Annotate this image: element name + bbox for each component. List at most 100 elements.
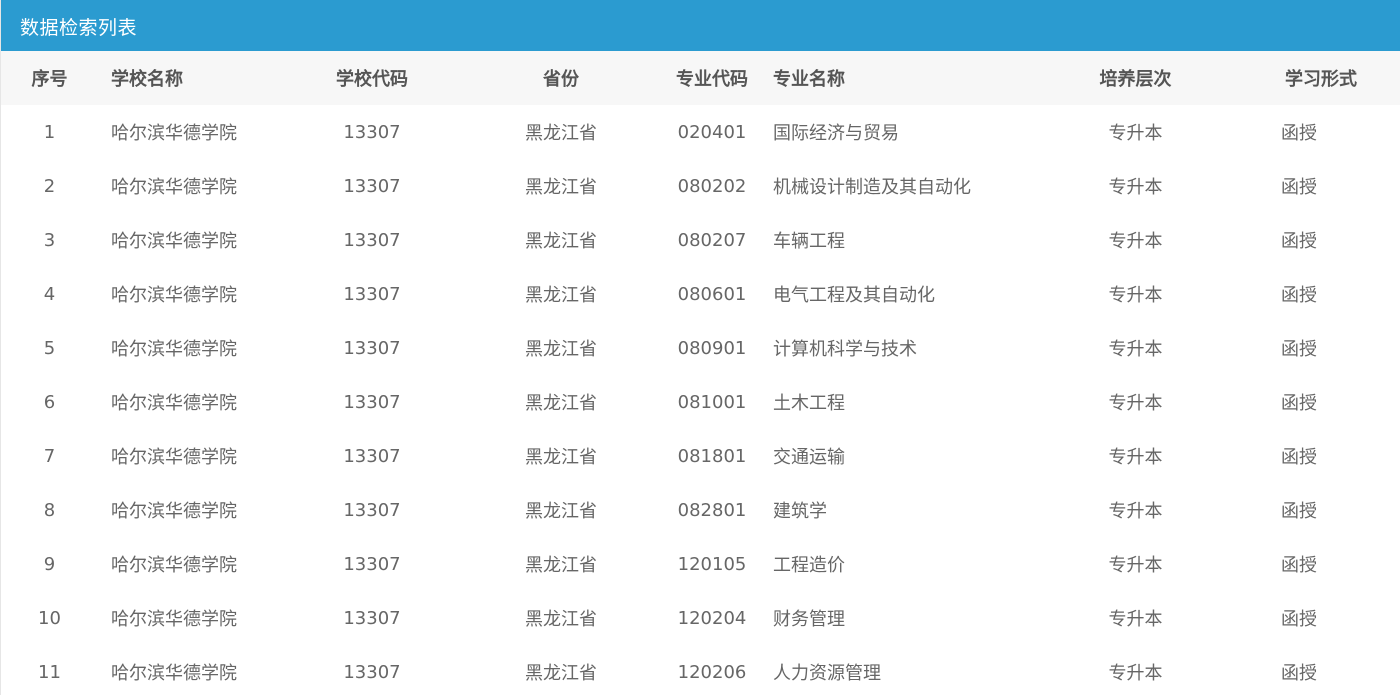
cell-school-name: 哈尔滨华德学院 — [111, 501, 237, 522]
cell-spacer — [601, 105, 671, 159]
cell-level: 专升本 — [1108, 123, 1163, 144]
cell-spacer — [1178, 591, 1248, 645]
cell-index: 6 — [43, 391, 56, 413]
cell-study-form: 函授 — [1281, 231, 1317, 252]
cell-spacer — [411, 105, 521, 159]
cell-school-name: 哈尔滨华德学院 — [111, 447, 237, 468]
table-row[interactable]: 5 哈尔滨华德学院 13307 黑龙江省 080901 计算机科学与技术 专升本… — [1, 321, 1400, 375]
cell-spacer — [601, 429, 671, 483]
cell-study-form: 函授 — [1281, 177, 1317, 198]
cell-spacer — [411, 213, 521, 267]
header-school-name: 学校名称 — [111, 69, 183, 90]
cell-school-name: 哈尔滨华德学院 — [111, 609, 237, 630]
cell-spacer — [1178, 321, 1248, 375]
data-search-panel: 数据检索列表 序号 学校名称 学校代码 省份 专业代码 专业名称 培养层次 学习… — [0, 0, 1400, 695]
cell-school-code: 13307 — [343, 175, 401, 197]
cell-index: 11 — [38, 661, 61, 683]
cell-study-form: 函授 — [1281, 555, 1317, 576]
cell-province: 黑龙江省 — [525, 447, 597, 468]
cell-study-form: 函授 — [1281, 501, 1317, 522]
cell-spacer — [411, 267, 521, 321]
cell-province: 黑龙江省 — [525, 231, 597, 252]
cell-major-name: 财务管理 — [773, 609, 845, 630]
cell-school-name: 哈尔滨华德学院 — [111, 285, 237, 306]
cell-school-code: 13307 — [343, 283, 401, 305]
table-row[interactable]: 9 哈尔滨华德学院 13307 黑龙江省 120105 工程造价 专升本 函授 — [1, 537, 1400, 591]
header-spacer — [601, 51, 671, 105]
cell-province: 黑龙江省 — [525, 609, 597, 630]
cell-spacer — [601, 213, 671, 267]
header-spacer — [411, 51, 521, 105]
cell-study-form: 函授 — [1281, 663, 1317, 684]
cell-major-code: 020401 — [677, 121, 747, 143]
cell-level: 专升本 — [1108, 393, 1163, 414]
cell-school-code: 13307 — [343, 499, 401, 521]
table-row[interactable]: 10 哈尔滨华德学院 13307 黑龙江省 120204 财务管理 专升本 函授 — [1, 591, 1400, 645]
cell-index: 7 — [43, 445, 56, 467]
cell-spacer — [601, 159, 671, 213]
cell-school-name: 哈尔滨华德学院 — [111, 123, 237, 144]
table-row[interactable]: 8 哈尔滨华德学院 13307 黑龙江省 082801 建筑学 专升本 函授 — [1, 483, 1400, 537]
cell-spacer — [1178, 105, 1248, 159]
cell-spacer — [1178, 537, 1248, 591]
header-level: 培养层次 — [1099, 69, 1172, 90]
cell-school-code: 13307 — [343, 121, 401, 143]
panel-title: 数据检索列表 — [20, 16, 138, 39]
table-row[interactable]: 4 哈尔滨华德学院 13307 黑龙江省 080601 电气工程及其自动化 专升… — [1, 267, 1400, 321]
cell-school-code: 13307 — [343, 229, 401, 251]
cell-level: 专升本 — [1108, 285, 1163, 306]
cell-spacer — [601, 645, 671, 695]
cell-index: 3 — [43, 229, 56, 251]
cell-spacer — [1178, 375, 1248, 429]
cell-major-code: 080601 — [677, 283, 747, 305]
cell-major-name: 土木工程 — [773, 393, 845, 414]
cell-school-name: 哈尔滨华德学院 — [111, 339, 237, 360]
cell-major-name: 人力资源管理 — [773, 663, 881, 684]
cell-major-code: 120204 — [677, 607, 747, 629]
header-school-code: 学校代码 — [336, 69, 408, 90]
cell-study-form: 函授 — [1281, 447, 1317, 468]
panel-header: 数据检索列表 — [1, 0, 1400, 51]
cell-spacer — [411, 321, 521, 375]
table-row[interactable]: 3 哈尔滨华德学院 13307 黑龙江省 080207 车辆工程 专升本 函授 — [1, 213, 1400, 267]
cell-major-code: 082801 — [677, 499, 747, 521]
header-major-name: 专业名称 — [773, 69, 845, 90]
table-body: 1 哈尔滨华德学院 13307 黑龙江省 020401 国际经济与贸易 专升本 … — [1, 105, 1400, 695]
cell-major-code: 080202 — [677, 175, 747, 197]
cell-spacer — [601, 591, 671, 645]
table-row[interactable]: 11 哈尔滨华德学院 13307 黑龙江省 120206 人力资源管理 专升本 … — [1, 645, 1400, 695]
cell-school-code: 13307 — [343, 391, 401, 413]
cell-study-form: 函授 — [1281, 123, 1317, 144]
cell-spacer — [411, 591, 521, 645]
cell-spacer — [411, 645, 521, 695]
cell-spacer — [1178, 159, 1248, 213]
cell-index: 4 — [43, 283, 56, 305]
table-row[interactable]: 2 哈尔滨华德学院 13307 黑龙江省 080202 机械设计制造及其自动化 … — [1, 159, 1400, 213]
cell-spacer — [411, 429, 521, 483]
cell-spacer — [601, 483, 671, 537]
cell-school-code: 13307 — [343, 445, 401, 467]
cell-major-name: 车辆工程 — [773, 231, 845, 252]
cell-province: 黑龙江省 — [525, 393, 597, 414]
table-header-row: 序号 学校名称 学校代码 省份 专业代码 专业名称 培养层次 学习形式 — [1, 51, 1400, 105]
cell-spacer — [411, 159, 521, 213]
cell-spacer — [601, 321, 671, 375]
table-row[interactable]: 7 哈尔滨华德学院 13307 黑龙江省 081801 交通运输 专升本 函授 — [1, 429, 1400, 483]
cell-spacer — [1178, 483, 1248, 537]
table-row[interactable]: 6 哈尔滨华德学院 13307 黑龙江省 081001 土木工程 专升本 函授 — [1, 375, 1400, 429]
table-row[interactable]: 1 哈尔滨华德学院 13307 黑龙江省 020401 国际经济与贸易 专升本 … — [1, 105, 1400, 159]
cell-province: 黑龙江省 — [525, 555, 597, 576]
header-major-code: 专业代码 — [676, 69, 748, 90]
cell-major-code: 080901 — [677, 337, 747, 359]
cell-level: 专升本 — [1108, 339, 1163, 360]
cell-index: 1 — [43, 121, 56, 143]
cell-study-form: 函授 — [1281, 609, 1317, 630]
header-spacer — [1178, 51, 1248, 105]
cell-index: 5 — [43, 337, 56, 359]
cell-spacer — [1178, 267, 1248, 321]
cell-spacer — [411, 537, 521, 591]
cell-study-form: 函授 — [1281, 393, 1317, 414]
cell-province: 黑龙江省 — [525, 123, 597, 144]
cell-province: 黑龙江省 — [525, 339, 597, 360]
cell-level: 专升本 — [1108, 609, 1163, 630]
